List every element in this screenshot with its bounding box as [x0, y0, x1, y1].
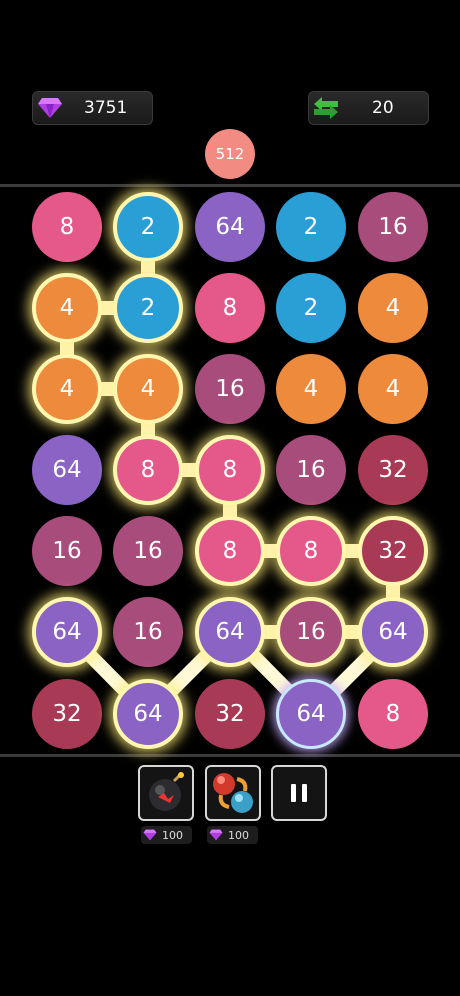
- number-ball[interactable]: 8: [276, 516, 346, 586]
- number-ball[interactable]: 8: [195, 273, 265, 343]
- number-ball[interactable]: 8: [195, 516, 265, 586]
- number-ball[interactable]: 4: [32, 354, 102, 424]
- number-ball[interactable]: 16: [276, 435, 346, 505]
- bomb-cost: 100: [141, 826, 192, 844]
- number-ball[interactable]: 16: [113, 516, 183, 586]
- bomb-button[interactable]: [138, 765, 194, 821]
- number-ball[interactable]: 64: [195, 597, 265, 667]
- bomb-icon: [149, 772, 184, 811]
- number-ball[interactable]: 32: [358, 435, 428, 505]
- number-ball[interactable]: 16: [32, 516, 102, 586]
- number-ball[interactable]: 8: [195, 435, 265, 505]
- number-ball[interactable]: 64: [32, 435, 102, 505]
- number-ball[interactable]: 64: [113, 679, 183, 749]
- number-ball[interactable]: 8: [358, 679, 428, 749]
- number-ball[interactable]: 32: [32, 679, 102, 749]
- number-ball[interactable]: 4: [32, 273, 102, 343]
- number-ball[interactable]: 4: [276, 354, 346, 424]
- number-ball[interactable]: 16: [358, 192, 428, 262]
- number-ball[interactable]: 32: [358, 516, 428, 586]
- gem-icon: [209, 829, 223, 841]
- number-ball[interactable]: 8: [113, 435, 183, 505]
- swap-balls-icon: [213, 773, 253, 813]
- number-ball[interactable]: 4: [358, 354, 428, 424]
- number-ball[interactable]: 2: [276, 192, 346, 262]
- number-ball[interactable]: 64: [358, 597, 428, 667]
- number-ball[interactable]: 16: [195, 354, 265, 424]
- number-ball[interactable]: 2: [276, 273, 346, 343]
- number-ball[interactable]: 16: [113, 597, 183, 667]
- pause-button[interactable]: [271, 765, 327, 821]
- number-ball[interactable]: 16: [276, 597, 346, 667]
- number-ball[interactable]: 64: [276, 679, 346, 749]
- number-ball[interactable]: 64: [195, 192, 265, 262]
- game-board[interactable]: 8 2 64 2 16 4 2 8 2 4 4 4 16 4 4 64 8 8 16 32 16 16 8 8 32 64 16 64…: [0, 0, 460, 996]
- gem-icon: [143, 829, 157, 841]
- number-ball[interactable]: 4: [358, 273, 428, 343]
- number-ball[interactable]: 32: [195, 679, 265, 749]
- swap-cost: 100: [207, 826, 258, 844]
- number-ball[interactable]: 4: [113, 354, 183, 424]
- number-ball[interactable]: 2: [113, 273, 183, 343]
- number-ball[interactable]: 64: [32, 597, 102, 667]
- swap-balls-button[interactable]: [205, 765, 261, 821]
- number-ball[interactable]: 2: [113, 192, 183, 262]
- pause-icon: [291, 784, 307, 802]
- number-ball[interactable]: 8: [32, 192, 102, 262]
